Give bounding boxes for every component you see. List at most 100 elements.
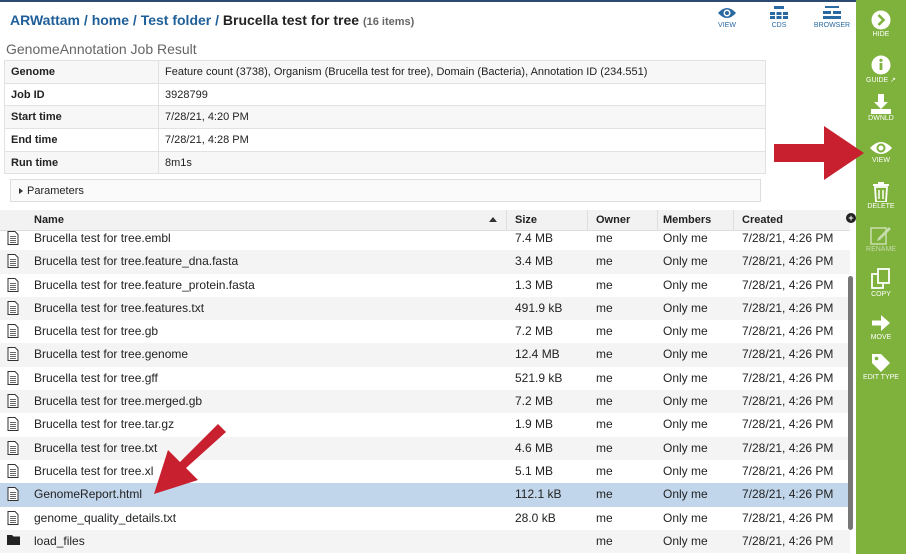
table-row: Start time 7/28/21, 4:20 PM <box>4 105 766 130</box>
action-sidebar: HIDE GUIDE ↗ DWNLD VIEW DELETE RENAME COPY MOVE… <box>856 0 906 554</box>
file-owner: me <box>596 510 613 525</box>
file-size: 521.9 kB <box>515 370 563 385</box>
file-size: 12.4 MB <box>515 347 560 362</box>
file-row[interactable]: Brucella test for tree.merged.gb 7.2 MB me… <box>0 390 850 414</box>
trash-icon <box>856 182 906 202</box>
file-name[interactable]: Brucella test for tree.txt <box>34 441 157 455</box>
sidebar-copy-button[interactable]: COPY <box>856 268 906 298</box>
breadcrumb-separator: / <box>80 12 92 28</box>
file-name[interactable]: GenomeReport.html <box>34 487 142 501</box>
meta-value: 3928799 <box>158 82 766 107</box>
file-row[interactable]: Brucella test for tree.xl 5.1 MB me Only me… <box>0 460 850 483</box>
sort-ascending-icon[interactable] <box>489 217 497 222</box>
file-icon <box>7 417 19 434</box>
file-created: 7/28/21, 4:26 PM <box>742 324 834 339</box>
meta-key: Genome <box>4 60 159 84</box>
folder-row[interactable]: load_files me Only me 7/28/21, 4:26 PM <box>0 529 850 554</box>
sidebar-dwnld-button[interactable]: DWNLD <box>856 94 906 122</box>
file-icon <box>7 463 19 481</box>
file-row[interactable]: Brucella test for tree.embl 7.4 MB me Only … <box>0 227 850 250</box>
column-header-created[interactable]: Created <box>742 214 783 226</box>
file-name[interactable]: load_files <box>34 534 85 548</box>
file-name[interactable]: Brucella test for tree.features.txt <box>34 301 204 315</box>
external-link-icon: ↗ <box>888 77 896 84</box>
file-size: 7.2 MB <box>515 394 554 409</box>
column-header-size[interactable]: Size <box>515 214 537 226</box>
file-members: Only me <box>663 254 708 269</box>
breadcrumb-folder[interactable]: Test folder <box>141 12 212 28</box>
file-icon <box>7 487 19 504</box>
file-size: 7.4 MB <box>515 231 554 245</box>
file-created: 7/28/21, 4:26 PM <box>742 254 834 269</box>
sidebar-button-label: VIEW <box>872 157 890 164</box>
sidebar-guide-button[interactable]: GUIDE ↗ <box>856 55 906 84</box>
column-header-owner[interactable]: Owner <box>596 214 630 226</box>
file-name[interactable]: Brucella test for tree.xl <box>34 464 153 478</box>
file-size: 28.0 kB <box>515 510 556 525</box>
file-owner: me <box>596 394 613 409</box>
file-name[interactable]: genome_quality_details.txt <box>34 511 176 525</box>
browser-action-label: BROWSER <box>813 22 851 29</box>
sidebar-rename-button[interactable]: RENAME <box>856 225 906 253</box>
scrollbar[interactable] <box>848 276 853 530</box>
file-row[interactable]: Brucella test for tree.gff 521.9 kB me Only… <box>0 367 850 390</box>
file-owner: me <box>596 440 613 455</box>
file-created: 7/28/21, 4:26 PM <box>742 463 834 478</box>
sidebar-delete-button[interactable]: DELETE <box>856 182 906 210</box>
meta-value: 8m1s <box>158 150 766 175</box>
file-name[interactable]: Brucella test for tree.gff <box>34 371 158 385</box>
file-name[interactable]: Brucella test for tree.feature_protein.f… <box>34 278 255 292</box>
file-row[interactable]: genome_quality_details.txt 28.0 kB me Only … <box>0 507 850 530</box>
cds-action-button[interactable]: CDS <box>764 6 794 29</box>
file-created: 7/28/21, 4:26 PM <box>742 487 834 502</box>
file-name[interactable]: Brucella test for tree.genome <box>34 347 188 361</box>
file-name[interactable]: Brucella test for tree.embl <box>34 231 171 245</box>
file-row[interactable]: Brucella test for tree.features.txt 491.9… <box>0 296 850 321</box>
file-name[interactable]: Brucella test for tree.merged.gb <box>34 394 202 408</box>
file-row[interactable]: GenomeReport.html 112.1 kB me Only me 7/28/2… <box>0 483 850 507</box>
meta-key: Start time <box>4 105 159 130</box>
breadcrumb-user[interactable]: ARWattam <box>10 12 80 28</box>
file-created: 7/28/21, 4:26 PM <box>742 277 834 292</box>
file-row[interactable]: Brucella test for tree.txt 4.6 MB me Only m… <box>0 436 850 460</box>
file-name[interactable]: Brucella test for tree.gb <box>34 324 158 338</box>
sidebar-move-button[interactable]: MOVE <box>856 313 906 341</box>
file-size: 491.9 kB <box>515 300 563 315</box>
file-created: 7/28/21, 4:26 PM <box>742 510 834 525</box>
sidebar-hide-button[interactable]: HIDE <box>856 10 906 38</box>
file-created: 7/28/21, 4:26 PM <box>742 370 834 385</box>
column-header-members[interactable]: Members <box>663 214 711 226</box>
file-size: 1.9 MB <box>515 417 554 432</box>
column-header-name[interactable]: Name <box>34 214 64 226</box>
file-owner: me <box>596 463 613 478</box>
download-icon <box>856 94 906 114</box>
add-column-icon[interactable]: + <box>846 213 856 223</box>
file-row[interactable]: Brucella test for tree.genome 12.4 MB me On… <box>0 343 850 367</box>
file-owner: me <box>596 417 613 432</box>
breadcrumb-home[interactable]: home <box>92 12 129 28</box>
file-name[interactable]: Brucella test for tree.feature_dna.fasta <box>34 254 238 268</box>
annotation-arrow-down-left-icon <box>154 424 226 494</box>
browser-action-button[interactable]: BROWSER <box>810 6 854 29</box>
parameters-toggle[interactable]: Parameters <box>10 179 761 202</box>
view-action-button[interactable]: VIEW <box>710 6 744 29</box>
meta-value: 7/28/21, 4:28 PM <box>158 128 766 152</box>
table-row: End time 7/28/21, 4:28 PM <box>4 128 766 152</box>
table-row: Genome Feature count (3738), Organism (B… <box>4 60 766 84</box>
file-row[interactable]: Brucella test for tree.tar.gz 1.9 MB me Onl… <box>0 413 850 436</box>
file-size: 7.2 MB <box>515 324 554 339</box>
top-border <box>0 0 906 2</box>
sidebar-button-label: RENAME <box>866 246 896 253</box>
file-size: 1.3 MB <box>515 277 554 292</box>
chevron-right-circle-icon <box>856 10 906 30</box>
file-row[interactable]: Brucella test for tree.feature_dna.fasta… <box>0 250 850 274</box>
tag-icon <box>856 353 906 373</box>
file-icon <box>7 277 19 295</box>
folder-icon <box>7 534 20 549</box>
file-row[interactable]: Brucella test for tree.feature_protein.f… <box>0 274 850 297</box>
sidebar-button-label: COPY <box>871 291 891 298</box>
sidebar-edit-type-button[interactable]: EDIT TYPE <box>856 353 906 381</box>
file-members: Only me <box>663 231 708 245</box>
cds-action-label: CDS <box>771 22 787 29</box>
file-row[interactable]: Brucella test for tree.gb 7.2 MB me Only me… <box>0 320 850 343</box>
